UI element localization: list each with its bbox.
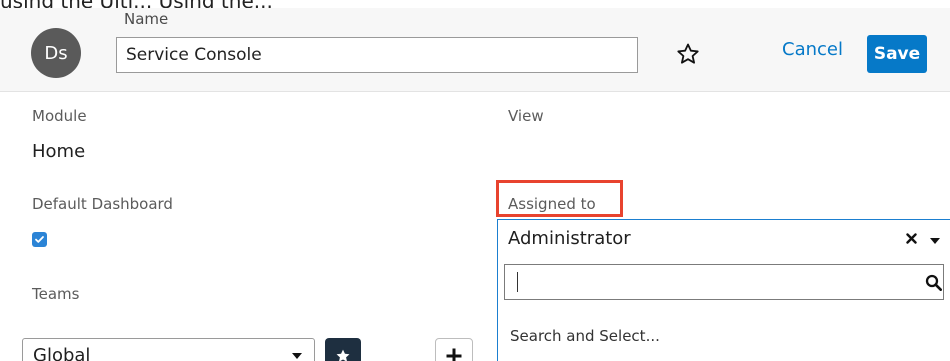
module-label: Module bbox=[32, 107, 87, 125]
name-label: Name bbox=[124, 10, 169, 28]
text-cursor bbox=[517, 272, 518, 292]
assigned-to-selected-value: Administrator bbox=[508, 228, 631, 249]
checkmark-icon bbox=[35, 236, 44, 243]
search-and-select-hint: Search and Select... bbox=[510, 327, 660, 345]
default-dashboard-checkbox[interactable] bbox=[32, 232, 47, 247]
name-input[interactable] bbox=[116, 37, 638, 73]
record-header: Ds Name Cancel Save bbox=[0, 8, 950, 92]
clear-icon[interactable] bbox=[906, 233, 917, 244]
chevron-down-icon[interactable] bbox=[930, 238, 940, 244]
cancel-button[interactable]: Cancel bbox=[782, 39, 843, 60]
plus-icon bbox=[446, 348, 462, 361]
save-button[interactable]: Save bbox=[867, 35, 927, 73]
assigned-to-highlight-box bbox=[496, 180, 623, 217]
search-icon bbox=[925, 274, 942, 291]
teams-label: Teams bbox=[32, 285, 80, 303]
save-button-label: Save bbox=[873, 44, 921, 64]
star-filled-icon bbox=[336, 349, 350, 361]
avatar-initials: Ds bbox=[44, 42, 68, 64]
default-dashboard-label: Default Dashboard bbox=[32, 195, 173, 213]
view-label: View bbox=[508, 107, 544, 125]
primary-team-button[interactable] bbox=[325, 338, 361, 361]
star-outline-icon[interactable] bbox=[676, 42, 700, 66]
add-team-button[interactable] bbox=[435, 338, 473, 361]
assigned-to-search-input[interactable] bbox=[504, 264, 944, 300]
avatar: Ds bbox=[31, 28, 81, 78]
teams-select-value: Global bbox=[33, 345, 91, 361]
module-value: Home bbox=[32, 141, 86, 162]
teams-select[interactable]: Global bbox=[22, 338, 315, 361]
chevron-down-icon bbox=[292, 353, 302, 359]
